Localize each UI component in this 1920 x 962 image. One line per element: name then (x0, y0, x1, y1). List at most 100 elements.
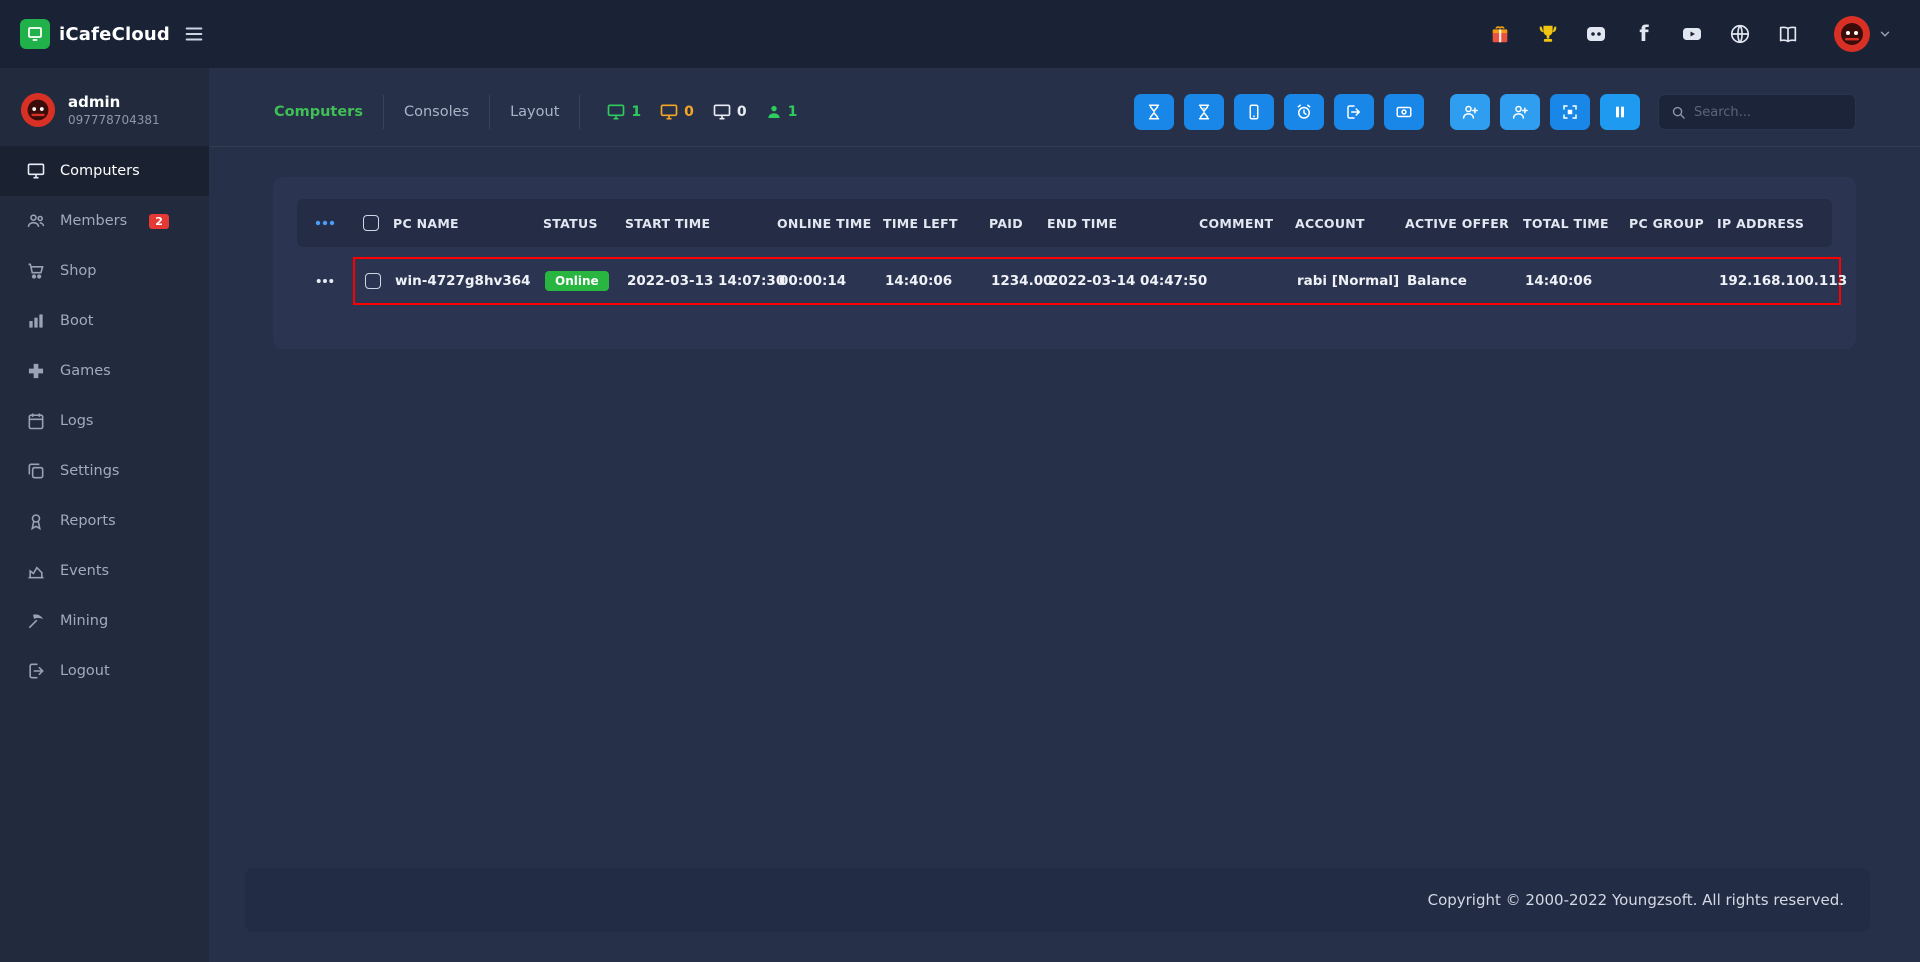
sidebar-item-label: Logout (60, 663, 110, 679)
facebook-icon[interactable]: f (1631, 21, 1657, 47)
view-tabs: Computers Consoles Layout (273, 95, 580, 129)
mobile-button[interactable] (1234, 94, 1274, 130)
cell-status: Online (545, 271, 627, 291)
sidebar-item-label: Games (60, 363, 111, 379)
trophy-icon[interactable] (1535, 21, 1561, 47)
row-checkbox[interactable] (365, 273, 381, 289)
header-comment[interactable]: COMMENT (1199, 216, 1295, 231)
header-ip-address[interactable]: IP ADDRESS (1717, 216, 1837, 231)
header-status[interactable]: STATUS (543, 216, 625, 231)
search-box (1658, 94, 1856, 130)
sidebar-item-label: Boot (60, 313, 93, 329)
mobile-icon (1245, 103, 1263, 121)
status-counters: 1 0 0 1 (606, 102, 797, 122)
header-active-offer[interactable]: ACTIVE OFFER (1405, 216, 1523, 231)
header-online-time[interactable]: ONLINE TIME (777, 216, 883, 231)
logout-icon (26, 661, 46, 681)
cell-account: rabi [Normal] (1297, 273, 1407, 289)
app-title: iCafeCloud (59, 24, 170, 45)
youtube-icon[interactable] (1679, 21, 1705, 47)
sidebar-user-avatar (20, 92, 56, 128)
hourglass-icon (1145, 103, 1163, 121)
sidebar-item-computers[interactable]: Computers (0, 146, 209, 196)
search-input[interactable] (1694, 105, 1843, 120)
header-pc-group[interactable]: PC GROUP (1629, 216, 1717, 231)
calendar-icon (26, 411, 46, 431)
offline-pc-count: 0 (737, 104, 747, 120)
discord-icon[interactable] (1583, 21, 1609, 47)
pause-button[interactable] (1600, 94, 1640, 130)
cell-online-time: 00:00:14 (779, 273, 885, 289)
header-pc-name[interactable]: PC NAME (393, 216, 543, 231)
sidebar-item-label: Reports (60, 513, 116, 529)
add-member-button[interactable] (1450, 94, 1490, 130)
hourglass-button[interactable] (1134, 94, 1174, 130)
gift-icon[interactable] (1487, 21, 1513, 47)
add-guest-icon (1511, 103, 1529, 121)
menu-toggle-icon[interactable] (183, 23, 205, 45)
tab-consoles[interactable]: Consoles (384, 95, 490, 129)
topbar: iCafeCloud f (0, 0, 1920, 68)
tab-layout[interactable]: Layout (490, 95, 580, 129)
header-time-left[interactable]: TIME LEFT (883, 216, 989, 231)
cell-end-time: 2022-03-14 04:47:50 (1049, 273, 1201, 289)
layers-icon (26, 461, 46, 481)
app-logo-icon (20, 19, 50, 49)
globe-icon[interactable] (1727, 21, 1753, 47)
sidebar-item-games[interactable]: Games (0, 346, 209, 396)
sidebar-item-shop[interactable]: Shop (0, 246, 209, 296)
sidebar-item-logs[interactable]: Logs (0, 396, 209, 446)
alarm-button[interactable] (1284, 94, 1324, 130)
cash-button[interactable] (1384, 94, 1424, 130)
busy-pc-count: 0 (684, 104, 694, 120)
sidebar: admin 097778704381 Computers Members 2 S… (0, 68, 209, 962)
medal-icon (26, 511, 46, 531)
cell-active-offer: Balance (1407, 273, 1525, 289)
row-menu-icon[interactable] (297, 257, 353, 305)
scan-button[interactable] (1550, 94, 1590, 130)
cell-time-left: 14:40:06 (885, 273, 991, 289)
sidebar-item-boot[interactable]: Boot (0, 296, 209, 346)
brand: iCafeCloud (0, 19, 209, 49)
sidebar-item-members[interactable]: Members 2 (0, 196, 209, 246)
online-pc-counter: 1 (606, 102, 641, 122)
action-buttons (1134, 94, 1640, 130)
header-account[interactable]: ACCOUNT (1295, 216, 1405, 231)
sidebar-item-settings[interactable]: Settings (0, 446, 209, 496)
hourglass-add-button[interactable] (1184, 94, 1224, 130)
online-pc-count: 1 (631, 104, 641, 120)
sidebar-item-label: Logs (60, 413, 93, 429)
user-menu[interactable] (1833, 15, 1892, 53)
select-all-checkbox[interactable] (363, 215, 379, 231)
book-icon[interactable] (1775, 21, 1801, 47)
cell-pc-name: win-4727g8hv364 (395, 273, 545, 289)
busy-pc-counter: 0 (659, 102, 694, 122)
sidebar-user-card: admin 097778704381 (0, 80, 209, 146)
sidebar-nav: Computers Members 2 Shop Boot Games L (0, 146, 209, 696)
table-header-row: PC NAME STATUS START TIME ONLINE TIME TI… (297, 199, 1832, 247)
chevron-down-icon (1878, 27, 1892, 41)
header-total-time[interactable]: TOTAL TIME (1523, 216, 1629, 231)
add-guest-button[interactable] (1500, 94, 1540, 130)
topbar-actions: f (1487, 15, 1920, 53)
table-row[interactable]: win-4727g8hv364 Online 2022-03-13 14:07:… (297, 257, 1832, 305)
bars-icon (26, 311, 46, 331)
tab-computers[interactable]: Computers (273, 95, 384, 129)
sidebar-item-reports[interactable]: Reports (0, 496, 209, 546)
header-end-time[interactable]: END TIME (1047, 216, 1199, 231)
events-icon (26, 561, 46, 581)
sidebar-item-mining[interactable]: Mining (0, 596, 209, 646)
user-avatar (1833, 15, 1871, 53)
sidebar-item-events[interactable]: Events (0, 546, 209, 596)
alarm-icon (1295, 103, 1313, 121)
cell-paid: 1234.00 (991, 273, 1049, 289)
computers-table-card: PC NAME STATUS START TIME ONLINE TIME TI… (273, 177, 1856, 349)
header-menu-icon[interactable] (297, 199, 353, 247)
sidebar-item-label: Members (60, 213, 127, 229)
header-start-time[interactable]: START TIME (625, 216, 777, 231)
header-paid[interactable]: PAID (989, 216, 1047, 231)
cash-icon (1395, 103, 1413, 121)
offline-pc-counter: 0 (712, 102, 747, 122)
sidebar-item-logout[interactable]: Logout (0, 646, 209, 696)
sign-out-button[interactable] (1334, 94, 1374, 130)
